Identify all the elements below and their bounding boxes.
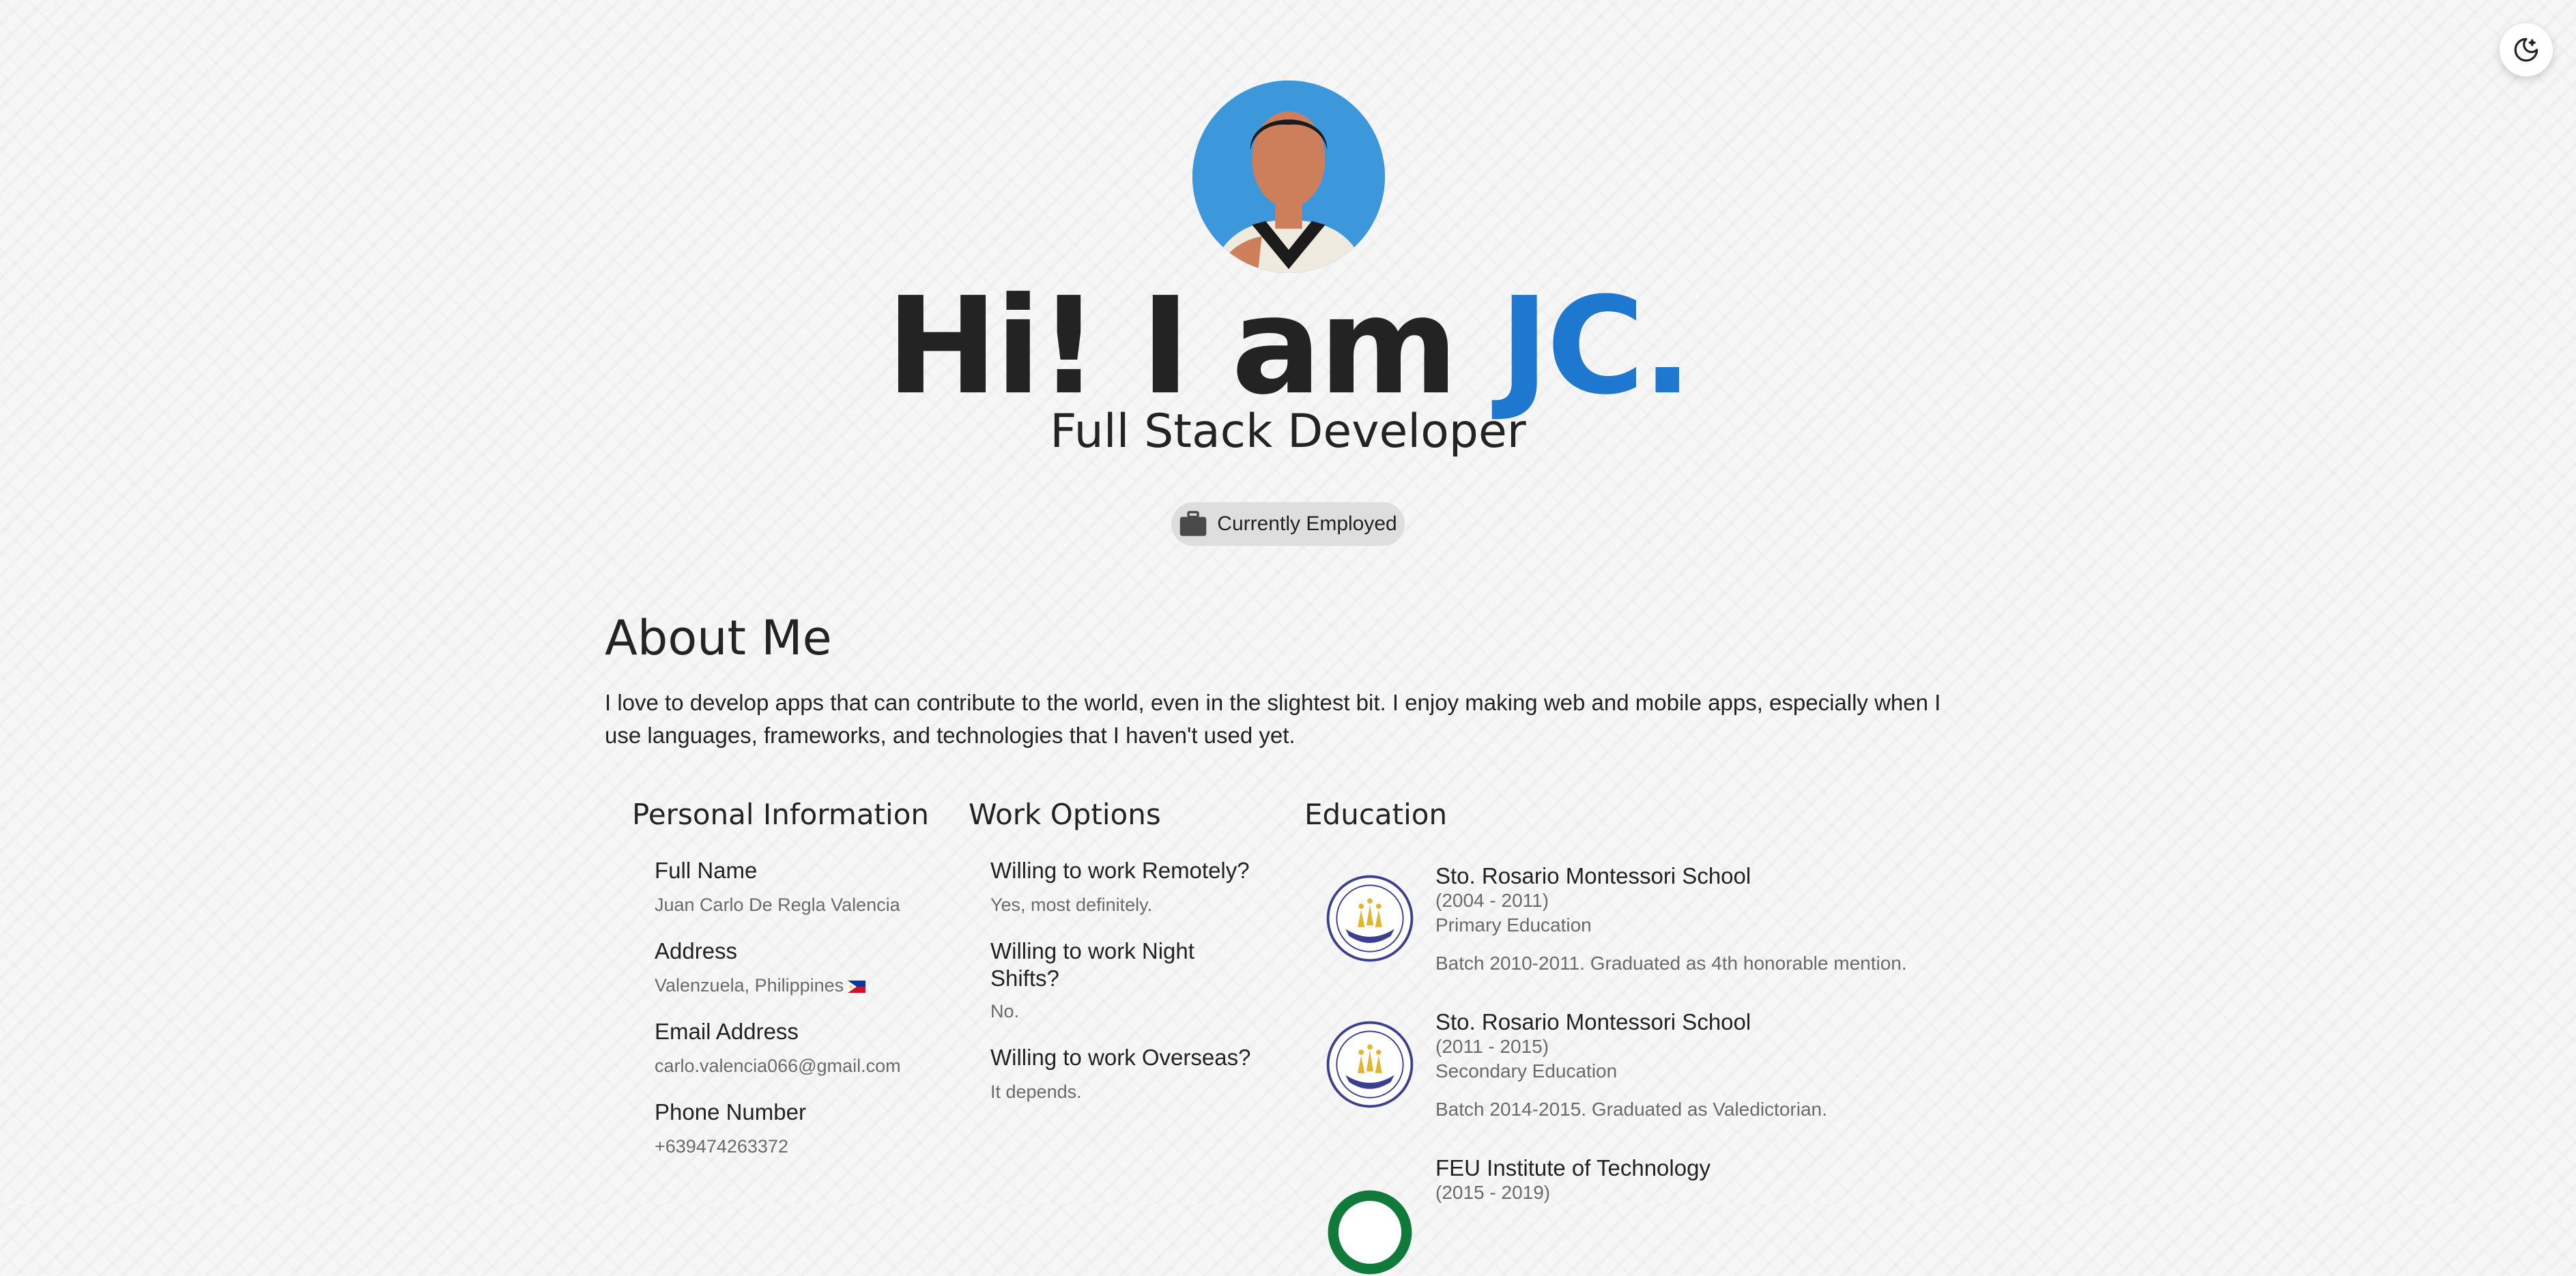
education-level: Primary Education bbox=[1435, 914, 1592, 936]
education-level: Secondary Education bbox=[1435, 1060, 1618, 1082]
school-logo-icon bbox=[1326, 875, 1414, 962]
hero-title: Hi! I am JC. bbox=[0, 272, 2576, 422]
avatar bbox=[1192, 81, 1385, 273]
education-years: (2011 - 2015) bbox=[1435, 1036, 1549, 1057]
school-logo-icon bbox=[1326, 1021, 1414, 1108]
address-label: Address bbox=[655, 938, 738, 963]
education-school: Sto. Rosario Montessori School bbox=[1435, 1009, 1751, 1034]
status-label: Currently Employed bbox=[1217, 512, 1397, 535]
overseas-label: Willing to work Overseas? bbox=[990, 1045, 1251, 1070]
moon-stars-icon bbox=[2514, 38, 2538, 62]
school-logo-icon bbox=[1326, 1189, 1414, 1276]
about-text: I love to develop apps that can contribu… bbox=[605, 690, 1941, 748]
full-name-label: Full Name bbox=[655, 858, 758, 883]
remote-label: Willing to work Remotely? bbox=[990, 858, 1250, 883]
education-years: (2004 - 2011) bbox=[1435, 890, 1549, 911]
address-value: Valenzuela, Philippines bbox=[655, 975, 844, 996]
personal-info-heading: Personal Information bbox=[632, 798, 930, 831]
address-value-row: Valenzuela, Philippines bbox=[655, 973, 866, 998]
full-name-value: Juan Carlo De Regla Valencia bbox=[655, 895, 900, 915]
education-note: Batch 2010-2011. Graduated as 4th honora… bbox=[1435, 953, 1907, 974]
status-badge: Currently Employed bbox=[1171, 502, 1405, 546]
email-value: carlo.valencia066@gmail.com bbox=[655, 1056, 901, 1076]
education-school: Sto. Rosario Montessori School bbox=[1435, 863, 1751, 888]
remote-value: Yes, most definitely. bbox=[990, 895, 1153, 915]
about-title: About Me bbox=[605, 610, 832, 666]
work-options-heading: Work Options bbox=[969, 798, 1161, 831]
hero-subtitle: Full Stack Developer bbox=[1050, 405, 1526, 459]
phone-value: +639474263372 bbox=[655, 1136, 788, 1157]
education-years: (2015 - 2019) bbox=[1435, 1182, 1551, 1203]
email-label: Email Address bbox=[655, 1019, 799, 1044]
education-note: Batch 2014-2015. Graduated as Valedictor… bbox=[1435, 1099, 1827, 1120]
theme-toggle-button[interactable] bbox=[2500, 23, 2553, 76]
night-shift-value: No. bbox=[990, 1001, 1020, 1021]
overseas-value: It depends. bbox=[990, 1082, 1082, 1102]
education-heading: Education bbox=[1304, 798, 1448, 831]
philippines-flag-icon bbox=[848, 981, 866, 993]
briefcase-icon bbox=[1180, 510, 1207, 536]
education-school: FEU Institute of Technology bbox=[1435, 1155, 1711, 1180]
night-shift-label: Willing to work Night Shifts? bbox=[990, 938, 1194, 991]
phone-label: Phone Number bbox=[655, 1099, 806, 1125]
